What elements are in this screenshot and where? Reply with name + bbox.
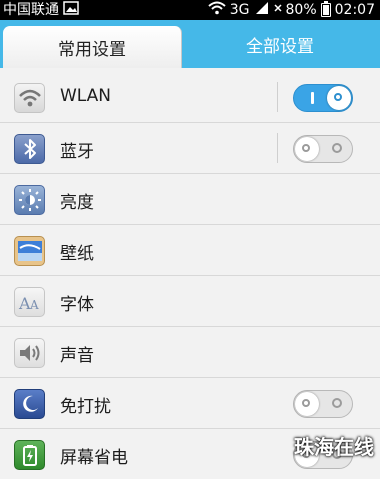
- font-icon: AA: [14, 287, 45, 317]
- clock: 02:07: [334, 2, 375, 18]
- setting-label: 蓝牙: [60, 142, 94, 162]
- battery-icon: [320, 1, 331, 17]
- do-not-disturb-toggle[interactable]: [293, 390, 353, 418]
- tab-all-settings[interactable]: 全部设置: [190, 20, 370, 68]
- setting-row-do-not-disturb[interactable]: 免打扰: [0, 378, 380, 429]
- setting-label: 壁纸: [60, 244, 94, 264]
- setting-label: 字体: [60, 295, 94, 315]
- setting-row-font[interactable]: AA 字体: [0, 276, 380, 327]
- setting-row-wlan[interactable]: WLAN: [0, 72, 380, 123]
- carrier-name: 中国联通: [3, 2, 59, 18]
- toggle-knob: [327, 86, 351, 110]
- divider: [277, 133, 278, 163]
- setting-label: 声音: [60, 346, 94, 366]
- setting-row-wallpaper[interactable]: 壁纸: [0, 225, 380, 276]
- network-type: 3G: [229, 2, 250, 18]
- gallery-notification-icon: [63, 1, 79, 19]
- watermark: 珠海在线: [294, 435, 374, 459]
- svg-text:A: A: [29, 298, 39, 312]
- tab-common-settings[interactable]: 常用设置: [3, 26, 182, 68]
- status-bar: 中国联通 3G 80% 02:07: [0, 0, 380, 20]
- toggle-off-mark: [332, 398, 342, 408]
- divider: [277, 82, 278, 112]
- wifi-signal-icon: [208, 1, 226, 19]
- bluetooth-toggle[interactable]: [293, 135, 353, 163]
- toggle-off-mark: [332, 143, 342, 153]
- setting-row-bluetooth[interactable]: 蓝牙: [0, 123, 380, 174]
- setting-label: 亮度: [60, 193, 94, 213]
- wlan-toggle[interactable]: [293, 84, 353, 112]
- speaker-icon: [14, 338, 45, 368]
- cell-signal-icon: [254, 1, 270, 19]
- toggle-on-mark: [311, 92, 314, 104]
- setting-label: 免打扰: [60, 397, 111, 417]
- setting-row-brightness[interactable]: 亮度: [0, 174, 380, 225]
- moon-icon: [14, 389, 45, 419]
- brightness-icon: [14, 185, 45, 215]
- wifi-icon: [14, 83, 45, 113]
- tab-label: 常用设置: [58, 39, 126, 60]
- no-sim-icon: [273, 1, 282, 19]
- settings-tab-bar: 常用设置 全部设置: [0, 20, 380, 68]
- setting-label: WLAN: [60, 86, 112, 106]
- wallpaper-icon: [14, 236, 45, 266]
- setting-row-sound[interactable]: 声音: [0, 327, 380, 378]
- settings-list: WLAN 蓝牙 亮度 壁纸 AA 字体 声音 免打扰 屏幕省电: [0, 72, 380, 479]
- battery-percent: 80%: [285, 2, 317, 18]
- toggle-knob: [295, 137, 319, 161]
- bluetooth-icon: [14, 134, 45, 164]
- setting-label: 屏幕省电: [60, 448, 128, 468]
- toggle-knob: [295, 392, 319, 416]
- tab-label: 全部设置: [246, 36, 314, 57]
